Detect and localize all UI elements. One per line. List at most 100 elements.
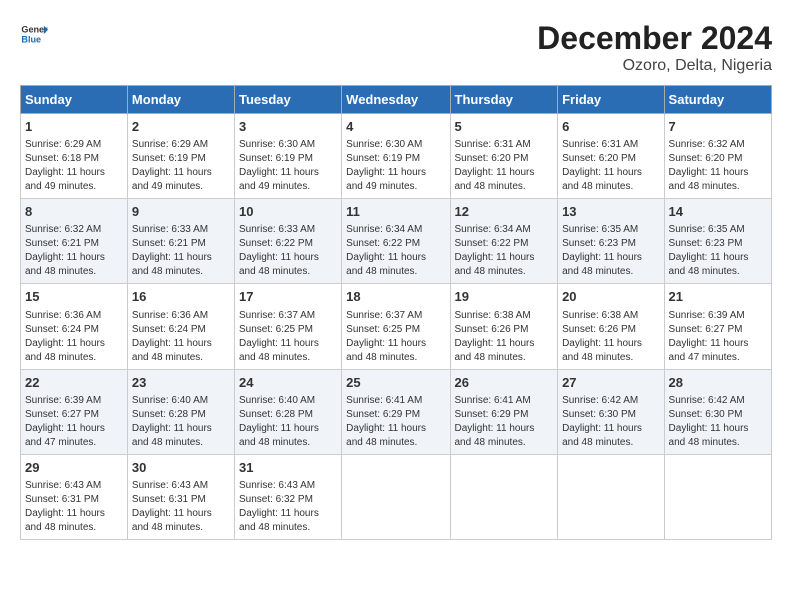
day-info: Sunrise: 6:32 AM Sunset: 6:20 PM Dayligh…: [669, 138, 767, 194]
day-info: Sunrise: 6:35 AM Sunset: 6:23 PM Dayligh…: [669, 223, 767, 279]
calendar-cell: 17 Sunrise: 6:37 AM Sunset: 6:25 PM Dayli…: [234, 284, 341, 369]
day-info: Sunrise: 6:34 AM Sunset: 6:22 PM Dayligh…: [346, 223, 445, 279]
day-info: Sunrise: 6:37 AM Sunset: 6:25 PM Dayligh…: [239, 309, 337, 365]
page-subtitle: Ozoro, Delta, Nigeria: [537, 57, 772, 75]
day-info: Sunrise: 6:39 AM Sunset: 6:27 PM Dayligh…: [25, 394, 123, 450]
day-info: Sunrise: 6:43 AM Sunset: 6:31 PM Dayligh…: [25, 479, 123, 535]
calendar-week-row: 15Sunrise: 6:36 AM Sunset: 6:24 PM Dayli…: [21, 284, 772, 369]
calendar-week-row: 22 Sunrise: 6:39 AM Sunset: 6:27 PM Dayli…: [21, 369, 772, 454]
day-info: Sunrise: 6:32 AM Sunset: 6:21 PM Dayligh…: [25, 223, 123, 279]
day-number: 5: [455, 118, 554, 136]
day-number: 30: [132, 459, 230, 477]
day-number: 16: [132, 288, 230, 306]
day-info: Sunrise: 6:30 AM Sunset: 6:19 PM Dayligh…: [346, 138, 445, 194]
calendar-week-row: 1 Sunrise: 6:29 AM Sunset: 6:18 PM Daylig…: [21, 114, 772, 199]
calendar-week-row: 29 Sunrise: 6:43 AM Sunset: 6:31 PM Dayli…: [21, 454, 772, 539]
day-number: 11: [346, 203, 445, 221]
day-number: 18: [346, 288, 445, 306]
calendar-cell: 11 Sunrise: 6:34 AM Sunset: 6:22 PM Dayli…: [342, 199, 450, 284]
weekday-header-tuesday: Tuesday: [234, 86, 341, 114]
day-number: 14: [669, 203, 767, 221]
day-number: 22: [25, 374, 123, 392]
day-number: 3: [239, 118, 337, 136]
day-info: Sunrise: 6:38 AM Sunset: 6:26 PM Dayligh…: [562, 309, 659, 365]
logo-icon: General Blue: [20, 20, 48, 48]
day-number: 1: [25, 118, 123, 136]
day-number: 28: [669, 374, 767, 392]
day-number: 12: [455, 203, 554, 221]
calendar-cell: 18Sunrise: 6:37 AM Sunset: 6:25 PM Dayli…: [342, 284, 450, 369]
calendar-cell: 24Sunrise: 6:40 AM Sunset: 6:28 PM Dayli…: [234, 369, 341, 454]
day-info: Sunrise: 6:35 AM Sunset: 6:23 PM Dayligh…: [562, 223, 659, 279]
calendar-cell: 16 Sunrise: 6:36 AM Sunset: 6:24 PM Dayli…: [127, 284, 234, 369]
day-info: Sunrise: 6:30 AM Sunset: 6:19 PM Dayligh…: [239, 138, 337, 194]
day-info: Sunrise: 6:29 AM Sunset: 6:18 PM Dayligh…: [25, 138, 123, 194]
weekday-header-wednesday: Wednesday: [342, 86, 450, 114]
weekday-header-monday: Monday: [127, 86, 234, 114]
calendar-cell: 20 Sunrise: 6:38 AM Sunset: 6:26 PM Dayli…: [558, 284, 664, 369]
page-title: December 2024: [537, 20, 772, 57]
page-header: General Blue December 2024 Ozoro, Delta,…: [20, 20, 772, 75]
calendar-cell: 22 Sunrise: 6:39 AM Sunset: 6:27 PM Dayli…: [21, 369, 128, 454]
day-info: Sunrise: 6:31 AM Sunset: 6:20 PM Dayligh…: [455, 138, 554, 194]
day-number: 7: [669, 118, 767, 136]
day-number: 9: [132, 203, 230, 221]
day-number: 25: [346, 374, 445, 392]
calendar-cell: 26 Sunrise: 6:41 AM Sunset: 6:29 PM Dayli…: [450, 369, 558, 454]
calendar-week-row: 8Sunrise: 6:32 AM Sunset: 6:21 PM Daylig…: [21, 199, 772, 284]
day-info: Sunrise: 6:40 AM Sunset: 6:28 PM Dayligh…: [132, 394, 230, 450]
day-info: Sunrise: 6:40 AM Sunset: 6:28 PM Dayligh…: [239, 394, 337, 450]
calendar-cell: 19Sunrise: 6:38 AM Sunset: 6:26 PM Dayli…: [450, 284, 558, 369]
calendar-cell: 8Sunrise: 6:32 AM Sunset: 6:21 PM Daylig…: [21, 199, 128, 284]
day-number: 17: [239, 288, 337, 306]
calendar-cell: [558, 454, 664, 539]
day-number: 20: [562, 288, 659, 306]
logo: General Blue: [20, 20, 48, 48]
day-info: Sunrise: 6:36 AM Sunset: 6:24 PM Dayligh…: [25, 309, 123, 365]
calendar-cell: [342, 454, 450, 539]
calendar-cell: 30 Sunrise: 6:43 AM Sunset: 6:31 PM Dayli…: [127, 454, 234, 539]
calendar-cell: 6 Sunrise: 6:31 AM Sunset: 6:20 PM Daylig…: [558, 114, 664, 199]
day-number: 26: [455, 374, 554, 392]
day-number: 31: [239, 459, 337, 477]
day-info: Sunrise: 6:43 AM Sunset: 6:31 PM Dayligh…: [132, 479, 230, 535]
day-number: 10: [239, 203, 337, 221]
calendar-cell: 29 Sunrise: 6:43 AM Sunset: 6:31 PM Dayli…: [21, 454, 128, 539]
calendar-cell: 7 Sunrise: 6:32 AM Sunset: 6:20 PM Daylig…: [664, 114, 771, 199]
day-number: 23: [132, 374, 230, 392]
day-number: 13: [562, 203, 659, 221]
calendar-cell: 28 Sunrise: 6:42 AM Sunset: 6:30 PM Dayli…: [664, 369, 771, 454]
weekday-header-sunday: Sunday: [21, 86, 128, 114]
day-info: Sunrise: 6:42 AM Sunset: 6:30 PM Dayligh…: [562, 394, 659, 450]
day-number: 6: [562, 118, 659, 136]
day-number: 29: [25, 459, 123, 477]
day-info: Sunrise: 6:39 AM Sunset: 6:27 PM Dayligh…: [669, 309, 767, 365]
calendar-cell: 14 Sunrise: 6:35 AM Sunset: 6:23 PM Dayli…: [664, 199, 771, 284]
day-info: Sunrise: 6:34 AM Sunset: 6:22 PM Dayligh…: [455, 223, 554, 279]
day-info: Sunrise: 6:31 AM Sunset: 6:20 PM Dayligh…: [562, 138, 659, 194]
day-number: 2: [132, 118, 230, 136]
svg-text:Blue: Blue: [21, 34, 41, 44]
calendar-cell: 21Sunrise: 6:39 AM Sunset: 6:27 PM Dayli…: [664, 284, 771, 369]
weekday-header-thursday: Thursday: [450, 86, 558, 114]
day-info: Sunrise: 6:41 AM Sunset: 6:29 PM Dayligh…: [346, 394, 445, 450]
calendar-cell: 1 Sunrise: 6:29 AM Sunset: 6:18 PM Daylig…: [21, 114, 128, 199]
day-info: Sunrise: 6:33 AM Sunset: 6:21 PM Dayligh…: [132, 223, 230, 279]
title-block: December 2024 Ozoro, Delta, Nigeria: [537, 20, 772, 75]
day-info: Sunrise: 6:43 AM Sunset: 6:32 PM Dayligh…: [239, 479, 337, 535]
day-info: Sunrise: 6:42 AM Sunset: 6:30 PM Dayligh…: [669, 394, 767, 450]
calendar-cell: 3 Sunrise: 6:30 AM Sunset: 6:19 PM Daylig…: [234, 114, 341, 199]
calendar-cell: [664, 454, 771, 539]
day-info: Sunrise: 6:41 AM Sunset: 6:29 PM Dayligh…: [455, 394, 554, 450]
weekday-header-saturday: Saturday: [664, 86, 771, 114]
calendar-cell: 2 Sunrise: 6:29 AM Sunset: 6:19 PM Daylig…: [127, 114, 234, 199]
calendar-cell: 12 Sunrise: 6:34 AM Sunset: 6:22 PM Dayli…: [450, 199, 558, 284]
day-number: 19: [455, 288, 554, 306]
day-info: Sunrise: 6:29 AM Sunset: 6:19 PM Dayligh…: [132, 138, 230, 194]
calendar-cell: 25 Sunrise: 6:41 AM Sunset: 6:29 PM Dayli…: [342, 369, 450, 454]
weekday-header-friday: Friday: [558, 86, 664, 114]
calendar-cell: 15Sunrise: 6:36 AM Sunset: 6:24 PM Dayli…: [21, 284, 128, 369]
day-number: 4: [346, 118, 445, 136]
calendar-cell: 10Sunrise: 6:33 AM Sunset: 6:22 PM Dayli…: [234, 199, 341, 284]
day-info: Sunrise: 6:36 AM Sunset: 6:24 PM Dayligh…: [132, 309, 230, 365]
